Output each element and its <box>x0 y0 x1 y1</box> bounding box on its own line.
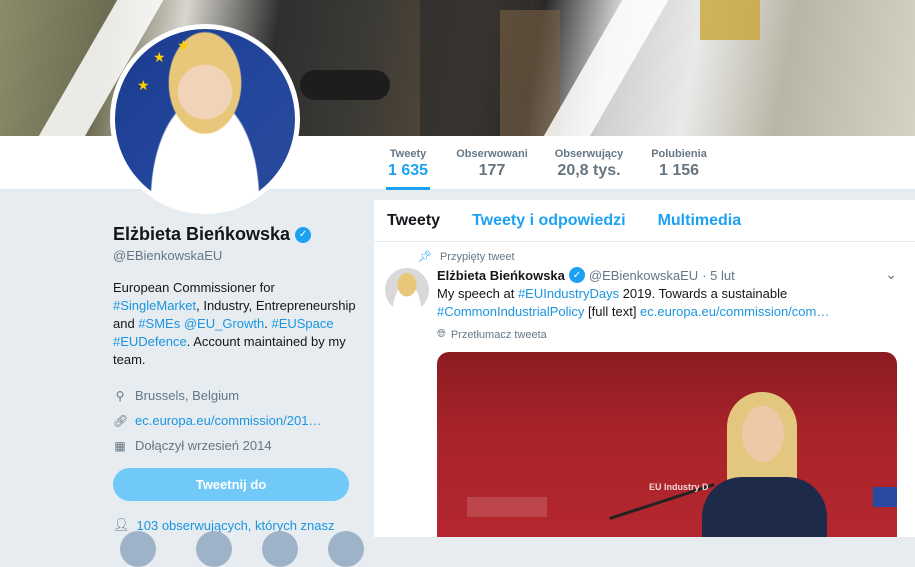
speaker-jacket <box>702 477 827 537</box>
eu-star-icon: ★ <box>177 37 190 53</box>
stat-value: 177 <box>478 162 506 179</box>
bio-text: European Commissioner for <box>113 280 275 295</box>
banner-helicopter-part <box>300 70 390 100</box>
globe-icon: 🌐︎ <box>437 328 446 340</box>
tweet-author-name[interactable]: Elżbieta Bieńkowska <box>437 268 565 283</box>
tweet-text-part: 2019. Towards a sustainable <box>619 286 788 301</box>
tweet-media-image[interactable]: EU Industry D <box>437 352 897 537</box>
backdrop-text: EU Industry D <box>649 482 709 492</box>
verified-icon: ✓ <box>295 226 312 243</box>
stat-tweets[interactable]: Tweety 1 635 <box>386 136 430 190</box>
website-link[interactable]: ec.europa.eu/commission/201… <box>135 413 321 428</box>
follower-avatar[interactable] <box>262 531 298 567</box>
calendar-icon: ▦ <box>114 438 126 453</box>
translate-tweet[interactable]: 🌐︎ Przetłumacz tweeta <box>437 328 547 341</box>
tweet-text-part: [full text] <box>584 304 641 319</box>
hashtag-link[interactable]: #EUDefence <box>113 334 187 349</box>
timeline-tabs: Tweety Tweety i odpowiedzi Multimedia <box>374 200 915 242</box>
joined-row: ▦ Dołączył wrzesień 2014 <box>113 433 358 458</box>
eu-star-icon: ★ <box>153 49 166 65</box>
follower-avatar[interactable] <box>196 531 232 567</box>
speaker-figure <box>702 392 827 537</box>
hashtag-link[interactable]: #CommonIndustrialPolicy <box>437 304 584 319</box>
tweet-to-button[interactable]: Tweetnij do <box>113 468 349 501</box>
timeline: Tweety Tweety i odpowiedzi Multimedia 📌︎… <box>374 200 915 537</box>
tweet-text: My speech at #EUIndustryDays 2019. Towar… <box>437 285 907 321</box>
url-link[interactable]: ec.europa.eu/commission/com… <box>640 304 829 319</box>
banner-satellite-part <box>700 0 760 40</box>
pinned-label: 📌︎ Przypięty tweet <box>418 250 515 264</box>
joined-text: Dołączył wrzesień 2014 <box>135 438 272 453</box>
hashtag-link[interactable]: #EUIndustryDays <box>518 286 619 301</box>
pin-icon: 📌︎ <box>418 251 432 263</box>
profile-name-row: Elżbieta Bieńkowska ✓ <box>113 224 358 245</box>
stat-value: 1 156 <box>658 162 700 179</box>
tab-media[interactable]: Multimedia <box>658 212 742 230</box>
profile-handle[interactable]: @EBienkowskaEU <box>113 248 358 263</box>
eu-commission-sign <box>467 497 547 517</box>
hashtag-link[interactable]: #SMEs <box>138 316 180 331</box>
profile-meta: ⚲ Brussels, Belgium 🔗︎ ec.europa.eu/comm… <box>113 383 358 458</box>
pinned-text: Przypięty tweet <box>439 250 515 263</box>
tweet-date[interactable]: · 5 lut <box>702 268 735 283</box>
tweet-author-handle[interactable]: @EBienkowskaEU <box>589 268 698 283</box>
profile-bio: European Commissioner for #SingleMarket,… <box>113 279 358 369</box>
stat-following[interactable]: Obserwowani 177 <box>454 136 530 190</box>
verified-icon: ✓ <box>568 267 585 283</box>
location-row: ⚲ Brussels, Belgium <box>113 383 358 408</box>
tab-tweets-and-replies[interactable]: Tweety i odpowiedzi <box>472 212 626 230</box>
stat-label: Obserwowani <box>456 148 528 160</box>
follower-avatars <box>120 531 364 567</box>
follower-avatar[interactable] <box>328 531 364 567</box>
speaker-face <box>742 406 784 462</box>
website-row: 🔗︎ ec.europa.eu/commission/201… <box>113 408 358 433</box>
stat-value: 1 635 <box>387 162 429 179</box>
stat-followers[interactable]: Obserwujący 20,8 tys. <box>553 136 625 190</box>
tab-tweets[interactable]: Tweety <box>387 212 440 230</box>
banner-figure <box>500 10 560 136</box>
follower-avatar[interactable] <box>120 531 156 567</box>
profile-name[interactable]: Elżbieta Bieńkowska <box>113 224 290 245</box>
tweet-author-avatar[interactable] <box>385 268 429 312</box>
link-icon: 🔗︎ <box>113 413 129 428</box>
hashtag-link[interactable]: #EUSpace <box>271 316 333 331</box>
tweet-text-part: My speech at <box>437 286 518 301</box>
profile-sidebar: Elżbieta Bieńkowska ✓ @EBienkowskaEU Eur… <box>113 224 358 533</box>
stat-label: Tweety <box>389 148 427 160</box>
tweet-header: Elżbieta Bieńkowska ✓ @EBienkowskaEU · 5… <box>437 267 735 283</box>
profile-avatar[interactable]: ★ ★ ★ <box>110 24 300 214</box>
mention-link[interactable]: @EU_Growth <box>184 316 264 331</box>
translate-text[interactable]: Przetłumacz tweeta <box>451 329 547 341</box>
eu-star-icon: ★ <box>137 77 150 93</box>
chevron-down-icon[interactable]: ⌄ <box>885 266 897 283</box>
location-pin-icon: ⚲ <box>115 388 125 403</box>
eu-flag <box>873 487 897 507</box>
stat-value: 20,8 tys. <box>557 162 621 179</box>
hashtag-link[interactable]: #SingleMarket <box>113 298 196 313</box>
stat-label: Polubienia <box>651 148 707 160</box>
stat-label: Obserwujący <box>554 148 624 160</box>
stat-likes[interactable]: Polubienia 1 156 <box>649 136 709 190</box>
location-text: Brussels, Belgium <box>135 388 240 403</box>
